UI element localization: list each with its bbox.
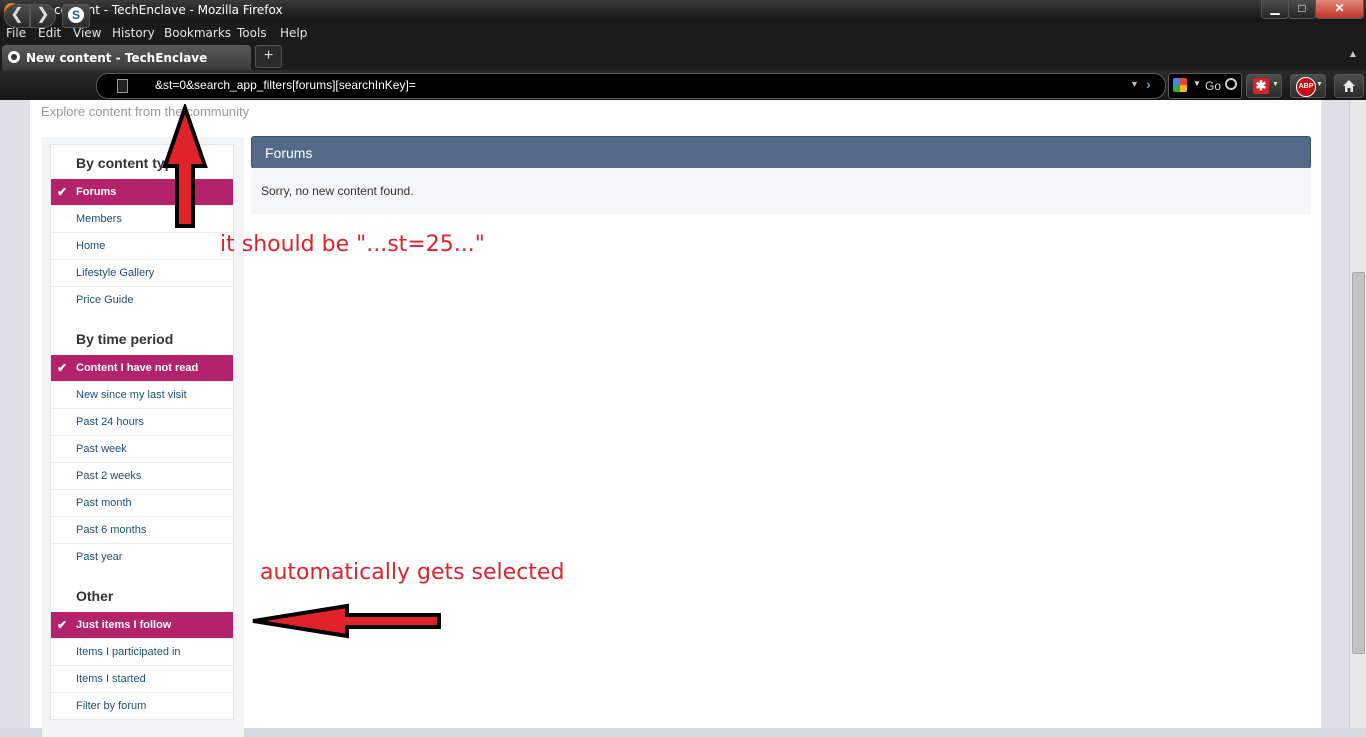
s-addon-button[interactable]: S xyxy=(62,4,90,28)
maximize-button[interactable]: □ xyxy=(1288,0,1316,19)
results-header: Forums xyxy=(251,136,1311,169)
filter-items-participated[interactable]: Items I participated in xyxy=(51,638,233,665)
filter-list: By content type Forums Members Home Life… xyxy=(50,144,234,720)
annotation-arrow-left xyxy=(252,603,441,639)
minimize-button[interactable]: ▁ xyxy=(1261,0,1289,19)
tab-title: New content - TechEnclave xyxy=(26,51,208,65)
filter-home[interactable]: Home xyxy=(51,232,233,259)
vertical-scrollbar[interactable] xyxy=(1349,100,1366,728)
site-favicon-icon xyxy=(8,51,20,63)
chevron-down-icon: ▼ xyxy=(1316,81,1323,88)
forward-button[interactable]: ❯ xyxy=(30,4,56,28)
chevron-down-icon: ▼ xyxy=(1272,81,1279,88)
tab-list-icon[interactable]: ▲ xyxy=(1348,49,1358,60)
results-empty-box: Sorry, no new content found. xyxy=(251,168,1311,214)
menu-tools[interactable]: Tools xyxy=(237,26,267,40)
filter-past-week[interactable]: Past week xyxy=(51,435,233,462)
search-icon[interactable] xyxy=(1225,78,1237,90)
page: Explore content from the community By co… xyxy=(30,100,1321,737)
menu-bar: File Edit View History Bookmarks Tools H… xyxy=(0,22,1366,43)
window-titlebar: New content - TechEnclave - Mozilla Fire… xyxy=(0,0,1366,22)
page-subtitle: Explore content from the community xyxy=(41,104,250,119)
search-box[interactable]: ▼ Go xyxy=(1168,73,1242,99)
search-input[interactable]: Go xyxy=(1205,79,1221,93)
menu-view[interactable]: View xyxy=(73,26,101,40)
section-title: By time period xyxy=(76,331,174,347)
url-bar[interactable]: ▼ › xyxy=(96,73,1166,99)
adblock-button[interactable]: ABP ▼ xyxy=(1290,74,1326,98)
filter-by-forum[interactable]: Filter by forum xyxy=(51,692,233,719)
annotation-text-top: it should be "...st=25..." xyxy=(220,232,485,257)
close-button[interactable]: ✕ xyxy=(1315,0,1364,19)
home-icon xyxy=(1343,80,1355,92)
filter-new-since-last-visit[interactable]: New since my last visit xyxy=(51,381,233,408)
adblock-icon: ABP xyxy=(1296,77,1316,97)
page-icon xyxy=(117,79,128,93)
go-arrow-icon[interactable]: › xyxy=(1146,76,1151,92)
scrollbar-thumb[interactable] xyxy=(1352,272,1365,654)
new-tab-button[interactable]: + xyxy=(255,45,282,68)
addon-button[interactable]: ✱ ▼ xyxy=(1246,74,1282,98)
annotation-arrow-up xyxy=(162,104,208,228)
menu-file[interactable]: File xyxy=(6,26,26,40)
filter-items-started[interactable]: Items I started xyxy=(51,665,233,692)
section-title: Other xyxy=(76,588,114,604)
s-addon-icon: S xyxy=(68,7,84,23)
filter-content-not-read[interactable]: Content I have not read xyxy=(51,355,233,381)
filter-price-guide[interactable]: Price Guide xyxy=(51,286,233,313)
menu-help[interactable]: Help xyxy=(280,26,307,40)
filter-past-year[interactable]: Past year xyxy=(51,543,233,570)
menu-edit[interactable]: Edit xyxy=(38,26,61,40)
home-button[interactable] xyxy=(1334,74,1364,98)
google-icon xyxy=(1173,78,1187,92)
filter-past-6-months[interactable]: Past 6 months xyxy=(51,516,233,543)
menu-bookmarks[interactable]: Bookmarks xyxy=(164,26,231,40)
tab-new-content[interactable]: New content - TechEnclave xyxy=(2,45,251,70)
filter-past-24-hours[interactable]: Past 24 hours xyxy=(51,408,233,435)
url-input[interactable] xyxy=(155,77,1115,93)
tab-bar: New content - TechEnclave xyxy=(0,43,1366,70)
menu-history[interactable]: History xyxy=(112,26,155,40)
back-button[interactable]: ❮ xyxy=(4,4,30,28)
asterisk-icon: ✱ xyxy=(1253,78,1269,94)
filter-past-2-weeks[interactable]: Past 2 weeks xyxy=(51,462,233,489)
url-dropdown-icon[interactable]: ▼ xyxy=(1130,79,1139,89)
filter-past-month[interactable]: Past month xyxy=(51,489,233,516)
search-engine-dropdown-icon[interactable]: ▼ xyxy=(1193,79,1201,88)
filter-lifestyle-gallery[interactable]: Lifestyle Gallery xyxy=(51,259,233,286)
filter-sidebar: By content type Forums Members Home Life… xyxy=(42,137,244,737)
filter-just-items-i-follow[interactable]: Just items I follow xyxy=(51,612,233,638)
empty-message: Sorry, no new content found. xyxy=(261,184,414,198)
annotation-text-bottom: automatically gets selected xyxy=(260,560,565,585)
results-header-title: Forums xyxy=(265,145,313,161)
